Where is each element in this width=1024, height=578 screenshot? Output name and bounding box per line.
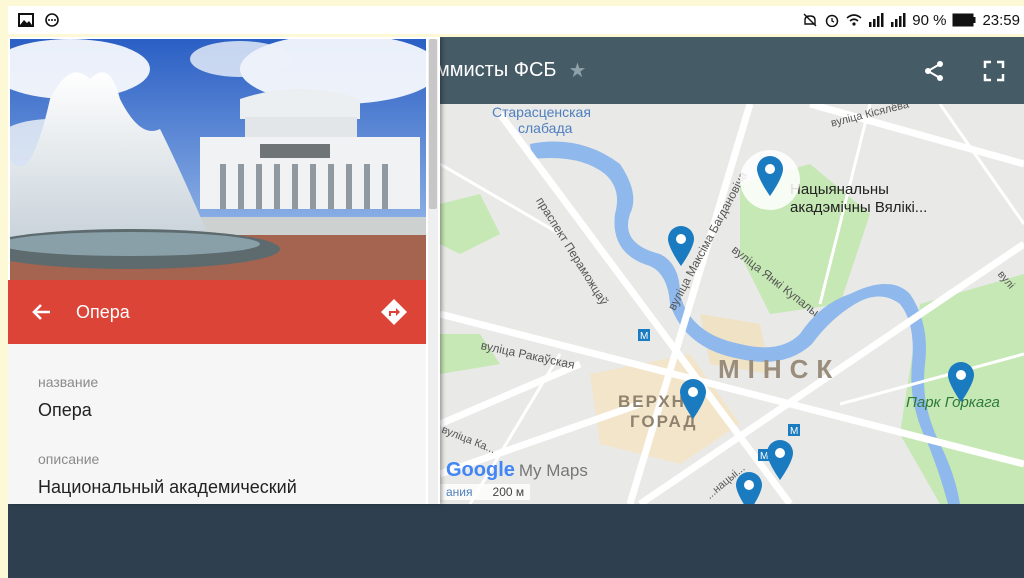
signal-icon — [869, 13, 884, 27]
map-title: ммисты ФСБ — [436, 59, 557, 81]
map-drawing: M M M — [440, 104, 1024, 504]
map-canvas[interactable]: M M M Старасценская слабада вуліца Кісял… — [440, 104, 1024, 504]
map-pin-3[interactable] — [678, 377, 708, 419]
map-pin-opera[interactable] — [755, 154, 785, 196]
place-photo — [10, 39, 426, 280]
map-scale: ания 200 м — [440, 484, 531, 500]
star-icon[interactable]: ★ — [569, 58, 587, 83]
status-bar: 90 % 23:59 — [8, 6, 1024, 34]
panel-scrollbar[interactable] — [428, 39, 438, 504]
image-icon — [18, 13, 34, 27]
place-details: название Опера описание Национальный ака… — [8, 344, 426, 504]
map-label-slabada: слабада — [518, 120, 573, 136]
battery-percent: 90 % — [912, 11, 947, 29]
map-pin-park[interactable] — [946, 360, 976, 402]
scale-text: 200 м — [492, 485, 525, 499]
battery-icon — [952, 13, 976, 27]
description-label: описание — [38, 451, 100, 467]
place-panel: Опера название Опера описание Национальн… — [8, 37, 440, 504]
description-value: Национальный академический — [38, 477, 297, 497]
signal-icon-2 — [891, 13, 906, 27]
share-icon[interactable] — [922, 59, 946, 83]
map-label-national: Нацыянальны — [790, 181, 889, 198]
google-logo: Google My Maps — [446, 459, 588, 482]
scrollbar-thumb[interactable] — [429, 39, 437, 209]
google-logo-text: Google — [446, 459, 515, 481]
svg-text:M: M — [790, 426, 798, 437]
map-label-minsk: МІНСК — [718, 354, 841, 384]
title-value: Опера — [38, 400, 92, 420]
map-attribution[interactable]: ания — [446, 485, 473, 499]
my-maps-text: My Maps — [518, 461, 588, 480]
directions-icon[interactable] — [380, 298, 408, 326]
mute-icon — [803, 13, 817, 27]
chat-icon — [45, 13, 59, 27]
svg-text:M: M — [640, 331, 648, 342]
fullscreen-icon[interactable] — [982, 59, 1006, 83]
map-pin-6[interactable] — [734, 470, 764, 504]
app-window: ммисты ФСБ ★ M M M Старасценская слабада… — [8, 37, 1024, 578]
back-arrow-icon[interactable] — [30, 300, 54, 324]
clock: 23:59 — [982, 11, 1020, 29]
title-label: название — [38, 374, 99, 390]
place-header: Опера — [8, 280, 426, 344]
map-pin-2[interactable] — [666, 224, 696, 266]
alarm-icon — [826, 14, 839, 27]
wifi-icon — [846, 14, 862, 26]
map-pin-5[interactable] — [765, 438, 795, 480]
place-name: Опера — [76, 301, 130, 322]
map-header: ммисты ФСБ ★ — [436, 37, 1024, 104]
map-label-starostsen: Старасценская — [492, 104, 591, 120]
map-label-academic: акадэмічны Вялікі... — [790, 199, 928, 216]
